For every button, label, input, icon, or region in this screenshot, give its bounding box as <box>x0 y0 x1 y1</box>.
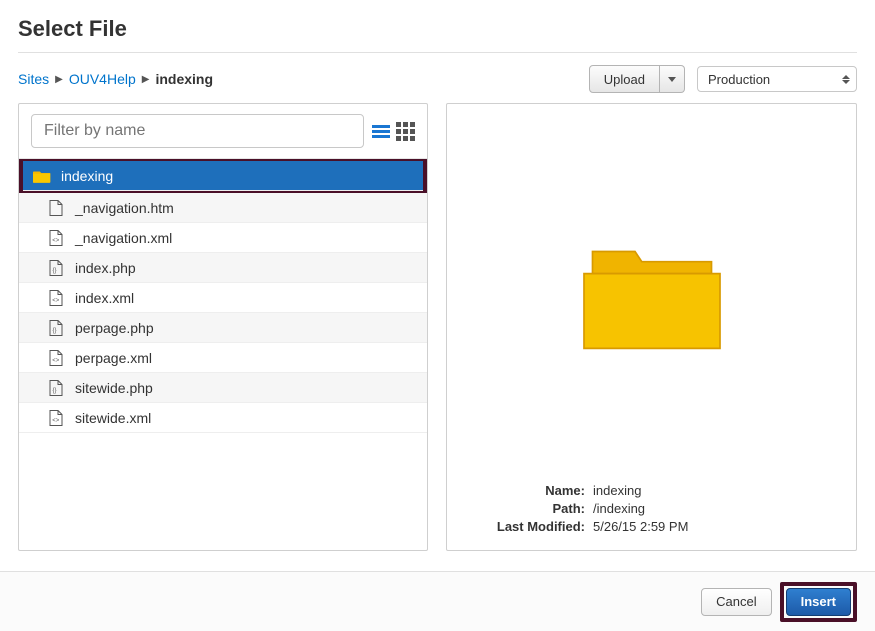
meta-name-label: Name: <box>465 482 585 500</box>
file-row[interactable]: <> _navigation.xml <box>19 223 427 253</box>
meta-modified-value: 5/26/15 2:59 PM <box>593 518 688 536</box>
file-name: perpage.php <box>75 320 154 336</box>
filter-input[interactable] <box>31 114 364 148</box>
breadcrumb-mid[interactable]: OUV4Help <box>69 71 136 87</box>
breadcrumb: Sites ▶ OUV4Help ▶ indexing <box>18 71 213 87</box>
file-name: sitewide.php <box>75 380 153 396</box>
file-name: sitewide.xml <box>75 410 151 426</box>
file-row[interactable]: {} perpage.php <box>19 313 427 343</box>
code-file-icon: {} <box>47 380 65 396</box>
environment-select[interactable]: Production <box>697 66 857 92</box>
preview-metadata: Name: indexing Path: /indexing Last Modi… <box>465 482 838 536</box>
svg-text:{}: {} <box>53 388 57 394</box>
file-row[interactable]: <> sitewide.xml <box>19 403 427 433</box>
file-name: perpage.xml <box>75 350 152 366</box>
selected-row-highlight: indexing <box>19 158 427 195</box>
code-file-icon: <> <box>47 230 65 246</box>
meta-name-value: indexing <box>593 482 641 500</box>
code-file-icon: <> <box>47 410 65 426</box>
code-file-icon: {} <box>47 260 65 276</box>
chevron-right-icon: ▶ <box>142 74 150 85</box>
upload-dropdown-toggle[interactable] <box>660 65 685 93</box>
dialog-title: Select File <box>18 16 857 42</box>
file-row[interactable]: {} index.php <box>19 253 427 283</box>
insert-button-highlight: Insert <box>780 582 857 622</box>
file-name: index.xml <box>75 290 134 306</box>
file-row-folder[interactable]: indexing <box>23 161 423 191</box>
file-name: _navigation.htm <box>75 200 174 216</box>
code-file-icon: {} <box>47 320 65 336</box>
file-list: indexing _navigation.htm <> _navigation.… <box>19 158 427 550</box>
list-view-icon[interactable] <box>372 125 390 138</box>
upload-button-group: Upload <box>589 65 685 93</box>
caret-down-icon <box>668 77 676 82</box>
meta-modified-label: Last Modified: <box>465 518 585 536</box>
file-name: _navigation.xml <box>75 230 172 246</box>
page-icon <box>47 200 65 216</box>
file-browser-pane: indexing _navigation.htm <> _navigation.… <box>18 103 428 551</box>
code-file-icon: <> <box>47 290 65 306</box>
svg-text:<>: <> <box>52 298 60 304</box>
file-name: index.php <box>75 260 136 276</box>
divider <box>18 52 857 53</box>
stepper-icon <box>842 75 850 84</box>
file-row[interactable]: {} sitewide.php <box>19 373 427 403</box>
folder-preview-icon <box>567 118 737 470</box>
environment-value: Production <box>708 72 770 87</box>
upload-button[interactable]: Upload <box>589 65 660 93</box>
svg-text:{}: {} <box>53 328 57 334</box>
svg-text:<>: <> <box>52 238 60 244</box>
svg-text:<>: <> <box>52 358 60 364</box>
insert-button[interactable]: Insert <box>786 588 851 616</box>
svg-text:<>: <> <box>52 418 60 424</box>
code-file-icon: <> <box>47 350 65 366</box>
breadcrumb-root[interactable]: Sites <box>18 71 49 87</box>
meta-path-label: Path: <box>465 500 585 518</box>
svg-text:{}: {} <box>53 268 57 274</box>
file-row[interactable]: _navigation.htm <box>19 193 427 223</box>
file-name: indexing <box>61 168 113 184</box>
meta-path-value: /indexing <box>593 500 645 518</box>
file-row[interactable]: <> index.xml <box>19 283 427 313</box>
cancel-button[interactable]: Cancel <box>701 588 771 616</box>
grid-view-icon[interactable] <box>396 122 415 141</box>
chevron-right-icon: ▶ <box>55 74 63 85</box>
preview-pane: Name: indexing Path: /indexing Last Modi… <box>446 103 857 551</box>
folder-icon <box>33 169 51 183</box>
breadcrumb-current: indexing <box>155 71 213 87</box>
dialog-footer: Cancel Insert <box>0 571 875 631</box>
file-row[interactable]: <> perpage.xml <box>19 343 427 373</box>
